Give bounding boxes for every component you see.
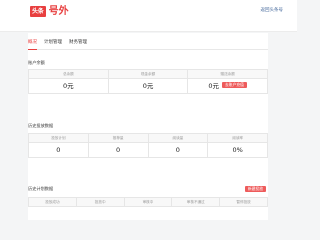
history-data-table: 投放计划 推荐量 阅读量 阅读率 0 0 0 0% <box>28 133 268 158</box>
logo-text: 号外 <box>48 6 69 17</box>
column-header: 审核中 <box>125 198 173 206</box>
top-header: 头条 号外 返回头条号 <box>0 0 297 32</box>
table-header-row: 总余额 现金余额 赠送余额 <box>29 70 267 79</box>
gift-balance-value: 0元 <box>208 82 219 90</box>
column-header: 阅读率 <box>232 136 244 140</box>
column-header: 推荐量 <box>89 134 149 142</box>
create-campaign-button[interactable]: 新建投放 <box>244 186 266 192</box>
back-to-toutiao-link[interactable]: 返回头条号 <box>261 7 284 13</box>
cash-balance-value: 0元 <box>109 79 189 93</box>
app-logo[interactable]: 头条 号外 <box>30 6 69 17</box>
column-header: 现金余额 <box>109 70 189 78</box>
tab-finance-management[interactable]: 财务管理 <box>69 39 87 49</box>
column-header: 赠送余额 <box>220 72 235 76</box>
main-panel: 概况 计划管理 财务管理 账户余额 总余额 现金余额 赠送余额 0元 0元 0元… <box>28 33 268 220</box>
active-tab-indicator <box>28 49 37 50</box>
table-header-row: 投放计划 推荐量 阅读量 阅读率 <box>29 134 267 143</box>
logo-badge: 头条 <box>30 6 46 17</box>
tab-overview[interactable]: 概况 <box>28 39 37 50</box>
column-header: 投放中 <box>77 198 125 206</box>
read-count-value: 0 <box>149 143 209 157</box>
read-rate-value: 0% <box>232 146 243 154</box>
history-data-title: 历史投放数据 <box>28 123 54 128</box>
gift-balance-cell: 0元 去账户充值 <box>188 79 267 93</box>
column-header: 暂停投放 <box>236 200 251 204</box>
table-header-row: 投放成功 投放中 审核中 审核不通过 暂停投放 <box>29 198 267 207</box>
table-row: 0元 0元 0元 去账户充值 <box>29 79 267 93</box>
column-header: 阅读量 <box>149 134 209 142</box>
table-row: 0 0 0 0% <box>29 143 267 157</box>
tab-plan-management-label: 计划管理 <box>44 40 62 45</box>
column-header: 总余额 <box>29 70 109 78</box>
tab-finance-management-label: 财务管理 <box>69 40 87 45</box>
column-header: 投放成功 <box>29 198 77 206</box>
recharge-button[interactable]: 去账户充值 <box>222 82 247 88</box>
column-header: 投放计划 <box>29 134 89 142</box>
tab-bar: 概况 计划管理 财务管理 <box>28 39 268 50</box>
tab-plan-management[interactable]: 计划管理 <box>44 39 62 49</box>
account-balance-title: 账户余额 <box>28 60 45 65</box>
plan-data-title: 历史计划数据 <box>28 186 54 191</box>
column-header: 审核不通过 <box>172 198 221 206</box>
account-balance-table: 总余额 现金余额 赠送余额 0元 0元 0元 去账户充值 <box>28 69 268 94</box>
plan-data-table: 投放成功 投放中 审核中 审核不通过 暂停投放 <box>28 197 268 207</box>
plans-count-value: 0 <box>29 143 89 157</box>
total-balance-value: 0元 <box>29 79 109 93</box>
tab-overview-label: 概况 <box>28 40 37 45</box>
recommend-count-value: 0 <box>89 143 149 157</box>
